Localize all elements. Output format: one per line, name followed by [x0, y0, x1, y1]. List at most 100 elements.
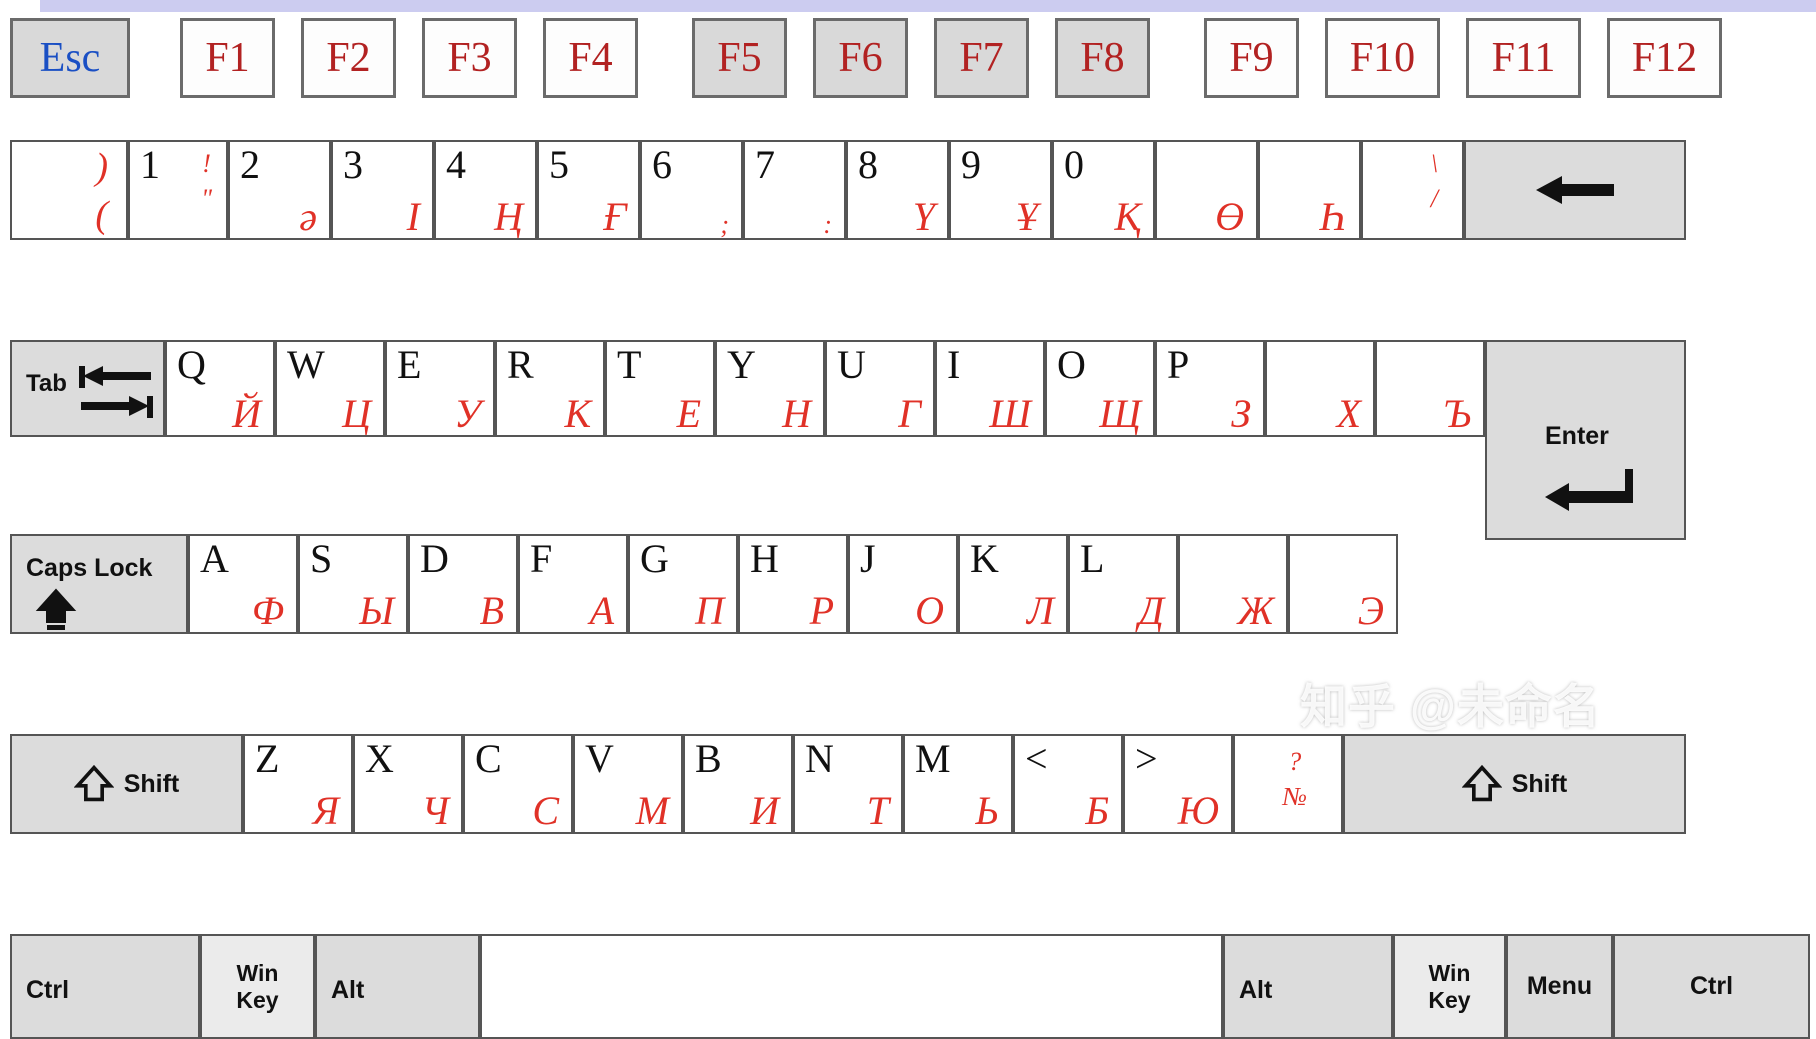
key-7-latin: 7 — [755, 142, 775, 187]
key-backquote-glyphs: ) ( — [95, 144, 108, 238]
key-f10-label: F10 — [1349, 35, 1416, 81]
key-space[interactable] — [480, 934, 1223, 1039]
key-6-latin: 6 — [652, 142, 672, 187]
key-escape-label: Esc — [39, 35, 101, 81]
key-f12[interactable]: F12 — [1607, 18, 1722, 98]
key-menu[interactable]: Menu — [1506, 934, 1613, 1039]
key-f4[interactable]: F4 — [543, 18, 638, 98]
key-win-left-line2: Key — [236, 986, 279, 1013]
key-win-left-content: Win Key — [202, 936, 313, 1037]
key-f1-label: F1 — [205, 35, 250, 81]
key-escape[interactable]: Esc — [10, 18, 130, 98]
key-x-cyrillic: Ч — [421, 788, 449, 833]
key-equal[interactable]: Һ — [1258, 140, 1361, 240]
key-3-latin: 3 — [343, 142, 363, 187]
key-backslash-glyphs: \ / — [1431, 146, 1438, 216]
key-alt-right[interactable]: Alt — [1223, 934, 1393, 1039]
key-4[interactable]: 4 Ң — [434, 140, 537, 240]
key-2[interactable]: 2 ә — [228, 140, 331, 240]
key-0-latin: 0 — [1064, 142, 1084, 187]
key-f5[interactable]: F5 — [692, 18, 787, 98]
top-accent-strip — [40, 0, 1816, 12]
key-slash-bottom: № — [1282, 782, 1307, 812]
key-f1[interactable]: F1 — [180, 18, 275, 98]
bottom-row: Ctrl Win Key Alt Alt Win Key Menu Ctrl — [10, 537, 1810, 1039]
key-z[interactable]: Z Я — [243, 734, 353, 834]
key-n[interactable]: N Т — [793, 734, 903, 834]
key-minus-cyrillic: Ө — [1215, 194, 1244, 239]
key-6[interactable]: 6 ; — [640, 140, 743, 240]
key-period[interactable]: > Ю — [1123, 734, 1233, 834]
key-f11[interactable]: F11 — [1466, 18, 1581, 98]
key-5-cyrillic: Ғ — [603, 194, 626, 239]
key-alt-left-label: Alt — [331, 976, 365, 1004]
key-shift-left-content: Shift — [12, 736, 241, 832]
key-8[interactable]: 8 Ү — [846, 140, 949, 240]
key-b-cyrillic: И — [750, 788, 779, 833]
key-win-left[interactable]: Win Key — [200, 934, 315, 1039]
shift-arrow-icon — [73, 764, 114, 804]
backspace-arrow-icon — [1466, 142, 1684, 238]
key-2-latin: 2 — [240, 142, 260, 187]
key-shift-left[interactable]: Shift — [10, 734, 243, 834]
key-f12-label: F12 — [1631, 35, 1698, 81]
key-7-symbol: : — [823, 209, 832, 239]
key-ctrl-right[interactable]: Ctrl — [1613, 934, 1810, 1039]
key-v-cyrillic: М — [635, 788, 669, 833]
key-f7[interactable]: F7 — [934, 18, 1029, 98]
key-backquote[interactable]: ) ( — [10, 140, 128, 240]
key-f2[interactable]: F2 — [301, 18, 396, 98]
key-x[interactable]: X Ч — [353, 734, 463, 834]
key-backslash[interactable]: \ / — [1361, 140, 1464, 240]
key-1[interactable]: 1 ! " — [128, 140, 228, 240]
key-9-latin: 9 — [961, 142, 981, 187]
key-slash-glyphs: ? № — [1282, 744, 1307, 814]
function-key-row: Esc F1 F2 F3 F4 F5 F6 F7 F8 F9 F10 F11 F… — [0, 18, 1816, 98]
key-b[interactable]: B И — [683, 734, 793, 834]
key-9[interactable]: 9 Ұ — [949, 140, 1052, 240]
key-1-bottom: " — [201, 184, 212, 214]
key-f6[interactable]: F6 — [813, 18, 908, 98]
key-win-right[interactable]: Win Key — [1393, 934, 1506, 1039]
key-f4-label: F4 — [568, 35, 613, 81]
key-m[interactable]: M Ь — [903, 734, 1013, 834]
key-1-glyphs: ! " — [201, 146, 212, 216]
number-row: ) ( 1 ! " 2 ә 3 І 4 Ң 5 Ғ 6 ; 7: 8 Ү 9 … — [10, 140, 1810, 240]
key-minus[interactable]: Ө — [1155, 140, 1258, 240]
shift-arrow-icon — [1461, 764, 1502, 804]
key-win-left-line1: Win — [236, 960, 279, 987]
key-backspace[interactable] — [1464, 140, 1686, 240]
key-period-cyrillic: Ю — [1177, 788, 1219, 833]
key-m-cyrillic: Ь — [975, 788, 999, 833]
key-c-cyrillic: С — [532, 788, 559, 833]
key-ctrl-left[interactable]: Ctrl — [10, 934, 200, 1039]
key-f10[interactable]: F10 — [1325, 18, 1440, 98]
key-f5-label: F5 — [717, 35, 762, 81]
key-7[interactable]: 7 : — [743, 140, 846, 240]
key-8-cyrillic: Ү — [912, 194, 935, 239]
key-c[interactable]: C С — [463, 734, 573, 834]
key-slash[interactable]: ? № — [1233, 734, 1343, 834]
key-6-symbol: ; — [720, 209, 729, 239]
key-2-cyrillic: ә — [299, 194, 317, 239]
shift-row: Shift Z Я X Ч C С V М B И N Т M Ь < Б > … — [10, 437, 1810, 834]
key-3-cyrillic: І — [406, 194, 420, 239]
key-5[interactable]: 5 Ғ — [537, 140, 640, 240]
key-3[interactable]: 3 І — [331, 140, 434, 240]
key-f9[interactable]: F9 — [1204, 18, 1299, 98]
key-1-latin: 1 — [140, 142, 160, 187]
key-alt-left[interactable]: Alt — [315, 934, 480, 1039]
qwerty-row: Tab Q Й W Ц E У R К T Е Y Н U Г I Ш O Щ … — [10, 240, 1810, 540]
key-f3[interactable]: F3 — [422, 18, 517, 98]
key-n-cyrillic: Т — [866, 788, 889, 833]
key-0[interactable]: 0 Қ — [1052, 140, 1155, 240]
watermark-overlay: 知乎 @未命名 — [1300, 680, 1601, 733]
key-f2-label: F2 — [326, 35, 371, 81]
key-comma[interactable]: < Б — [1013, 734, 1123, 834]
key-backslash-bottom: / — [1430, 184, 1438, 214]
key-f8[interactable]: F8 — [1055, 18, 1150, 98]
key-v[interactable]: V М — [573, 734, 683, 834]
key-8-latin: 8 — [858, 142, 878, 187]
key-shift-right[interactable]: Shift — [1343, 734, 1686, 834]
key-f3-label: F3 — [447, 35, 492, 81]
